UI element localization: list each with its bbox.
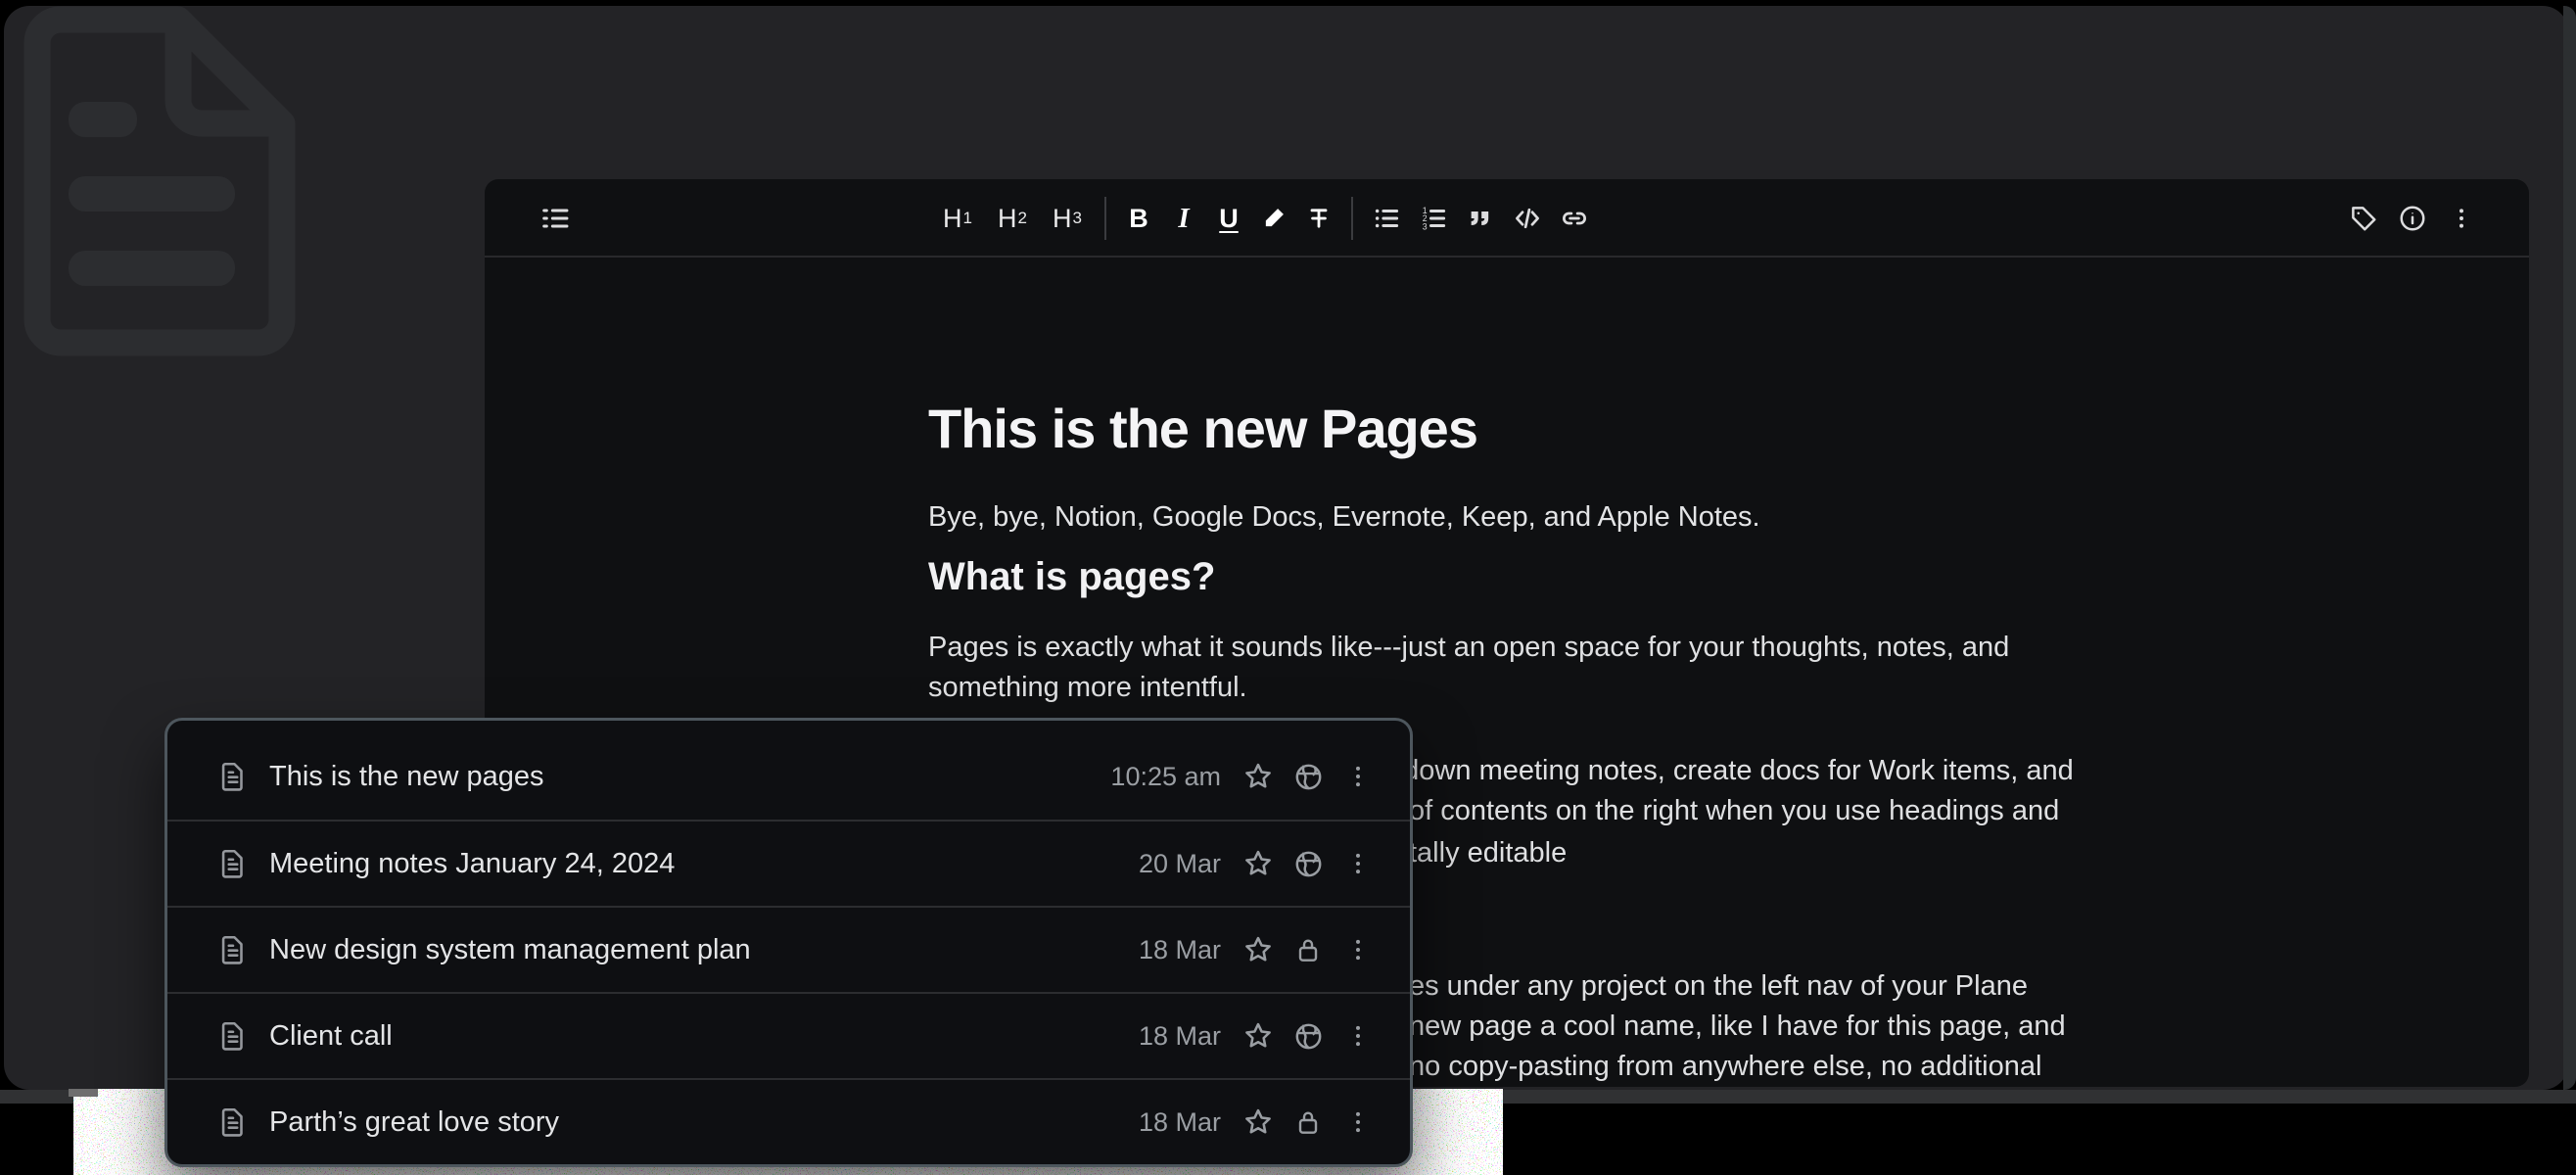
row-more-options-button[interactable] <box>1341 847 1375 880</box>
page-icon <box>216 933 250 966</box>
bold-icon: B <box>1129 204 1148 234</box>
page-timestamp: 10:25 am <box>1110 762 1221 792</box>
paragraph-line: something more intentful. <box>928 672 1247 704</box>
more-vertical-icon <box>2448 205 2475 232</box>
page-timestamp: 18 Mar <box>1139 1021 1221 1052</box>
tag-icon <box>2349 204 2378 233</box>
favorite-star-button[interactable] <box>1241 1105 1275 1139</box>
page-timestamp: 18 Mar <box>1139 1107 1221 1138</box>
underline-icon: U <box>1219 204 1239 234</box>
table-of-contents-button[interactable] <box>532 179 579 258</box>
bullet-list-button[interactable] <box>1363 179 1410 258</box>
page-list-item[interactable]: Client call 18 Mar <box>167 992 1410 1078</box>
section-heading: What is pages? <box>928 555 1215 599</box>
italic-icon: I <box>1178 203 1189 235</box>
link-button[interactable] <box>1551 179 1598 258</box>
row-more-options-button[interactable] <box>1341 933 1375 966</box>
page-timestamp: 20 Mar <box>1139 849 1221 879</box>
strikethrough-button[interactable] <box>1296 179 1341 258</box>
page-icon <box>216 760 250 793</box>
underline-button[interactable]: U <box>1206 179 1251 258</box>
row-more-options-button[interactable] <box>1341 1019 1375 1053</box>
row-more-options-button[interactable] <box>1341 1105 1375 1139</box>
heading-3-button[interactable]: H3 <box>1040 179 1095 258</box>
code-button[interactable] <box>1504 179 1551 258</box>
h3-label: H <box>1053 204 1072 234</box>
blockquote-button[interactable] <box>1457 179 1504 258</box>
favorite-star-button[interactable] <box>1241 1019 1275 1053</box>
page-list-item[interactable]: This is the new pages 10:25 am <box>167 733 1410 820</box>
highlighter-icon <box>1260 205 1288 232</box>
favorite-star-button[interactable] <box>1241 933 1275 966</box>
paragraph-line-fragment: tally editable <box>1409 837 1567 870</box>
blockquote-icon <box>1467 205 1494 232</box>
paragraph-line-fragment: of contents on the right when you use he… <box>1409 795 2059 827</box>
page-icon <box>216 847 250 880</box>
link-icon <box>1560 204 1589 233</box>
page-title: Meeting notes January 24, 2024 <box>269 848 675 880</box>
heading-2-button[interactable]: H2 <box>985 179 1040 258</box>
paragraph-line-fragment: no copy-pasting from anywhere else, no a… <box>1409 1051 2041 1083</box>
page-subtitle: Bye, bye, Notion, Google Docs, Evernote,… <box>928 501 1760 534</box>
page-title: New design system management plan <box>269 934 751 966</box>
editor-toolbar: H1 H2 H3 B I U <box>485 179 2529 258</box>
ordered-list-icon: 1 2 3 <box>1419 204 1448 233</box>
page-icon <box>216 1019 250 1053</box>
h2-label: H <box>998 204 1017 234</box>
toolbar-right-group <box>2347 179 2478 258</box>
row-more-options-button[interactable] <box>1341 760 1375 793</box>
pages-list-panel: This is the new pages 10:25 am <box>164 718 1413 1167</box>
page-icon <box>216 1105 250 1139</box>
public-globe-icon <box>1291 1019 1325 1053</box>
paragraph-line-fragment: new page a cool name, like I have for th… <box>1409 1010 2066 1043</box>
bold-button[interactable]: B <box>1116 179 1161 258</box>
private-lock-icon <box>1291 933 1325 966</box>
toolbar-center-group: H1 H2 H3 B I U <box>930 179 1598 258</box>
screen: H1 H2 H3 B I U <box>0 0 2576 1175</box>
code-icon <box>1513 204 1542 233</box>
page-timestamp: 18 Mar <box>1139 935 1221 965</box>
ordered-list-button[interactable]: 1 2 3 <box>1410 179 1457 258</box>
paragraph-line: Pages is exactly what it sounds like---j… <box>928 632 2009 664</box>
public-globe-icon <box>1291 847 1325 880</box>
svg-text:3: 3 <box>1423 221 1428 231</box>
paragraph-line-fragment: es under any project on the left nav of … <box>1409 970 2028 1003</box>
page-list-item[interactable]: Parth’s great love story 18 Mar <box>167 1078 1410 1164</box>
page-list-item[interactable]: New design system management plan 18 Mar <box>167 906 1410 992</box>
highlighter-button[interactable] <box>1251 179 1296 258</box>
bullet-list-icon <box>1372 204 1401 233</box>
heading-1-button[interactable]: H1 <box>930 179 985 258</box>
page-scroll-strip[interactable] <box>2563 6 2576 1090</box>
page-list-item[interactable]: Meeting notes January 24, 2024 20 Mar <box>167 820 1410 906</box>
favorite-star-button[interactable] <box>1241 760 1275 793</box>
strikethrough-icon <box>1305 205 1333 232</box>
table-of-contents-icon <box>539 203 571 234</box>
private-lock-icon <box>1291 1105 1325 1139</box>
h1-label: H <box>943 204 962 234</box>
page-title: This is the new Pages <box>928 397 1477 460</box>
page-title: This is the new pages <box>269 761 543 793</box>
page-title: Client call <box>269 1020 393 1053</box>
info-icon <box>2398 204 2427 233</box>
background-document-icon <box>10 4 299 356</box>
public-globe-icon <box>1291 760 1325 793</box>
italic-button[interactable]: I <box>1161 179 1206 258</box>
tag-button[interactable] <box>2347 202 2380 235</box>
toolbar-divider <box>1104 197 1106 240</box>
favorite-star-button[interactable] <box>1241 847 1275 880</box>
page-title: Parth’s great love story <box>269 1106 559 1139</box>
info-button[interactable] <box>2396 202 2429 235</box>
more-options-button[interactable] <box>2445 202 2478 235</box>
toolbar-divider <box>1351 197 1353 240</box>
glitch-artifact <box>69 1089 98 1097</box>
